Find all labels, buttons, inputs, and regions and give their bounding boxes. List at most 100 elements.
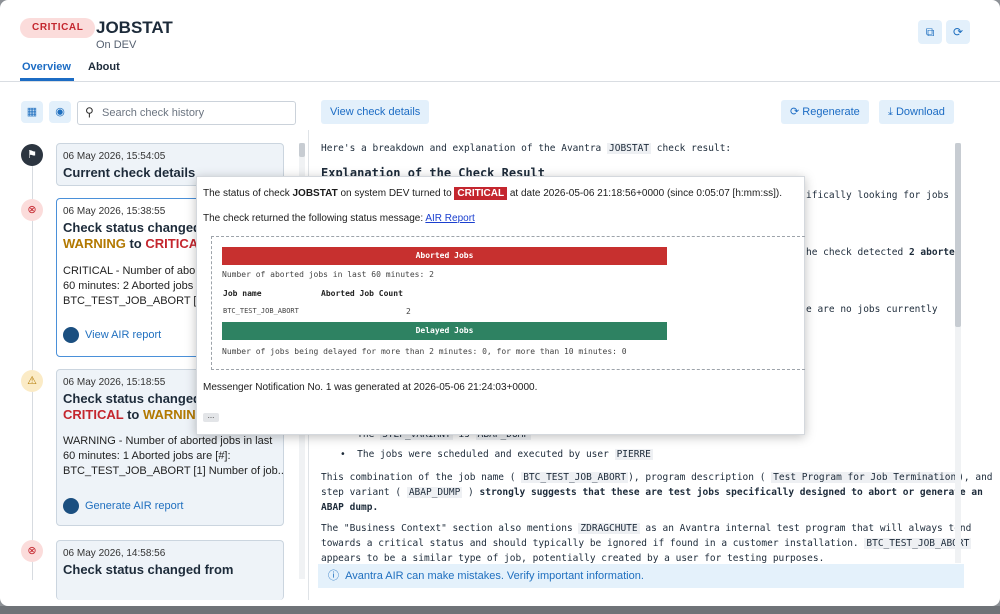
report-text-bold: 2 aborted (908, 247, 961, 258)
generate-air-report-link[interactable]: Generate AIR report (63, 498, 183, 514)
intro-line: Here's a breakdown and explanation of th… (321, 143, 731, 154)
intro-text: Here's a breakdown and explanation of th… (321, 143, 602, 154)
para-bold: strongly suggests that these are test jo… (479, 487, 983, 498)
para-text: ), program description ( (628, 472, 766, 483)
air-report-link[interactable]: AIR Report (425, 213, 474, 224)
bullet-text: The jobs were scheduled and executed by … (357, 449, 609, 460)
popup-text: The status of check (203, 188, 290, 199)
aborted-summary: Number of aborted jobs in last 60 minute… (222, 270, 434, 279)
refresh-button[interactable]: ⟳ (946, 20, 970, 44)
tab-overview[interactable]: Overview (22, 61, 71, 73)
history-date: 06 May 2026, 15:54:05 (63, 151, 166, 162)
para-code: Test Program for Job Termination (771, 472, 959, 483)
popup-text: The check returned the following status … (203, 213, 424, 224)
view-check-details-button[interactable]: View check details (321, 100, 430, 124)
ai-disclaimer: ⓘ Avantra AIR can make mistakes. Verify … (318, 564, 964, 588)
history-date: 06 May 2026, 15:18:55 (63, 377, 166, 388)
to-word: to (127, 407, 140, 422)
col-aborted-count: Aborted Job Count (321, 289, 403, 298)
para-text: towards a critical status and should typ… (321, 538, 859, 549)
para-text: This combination of the job name ( (321, 472, 516, 483)
download-button[interactable]: ⤓ Download (879, 100, 954, 124)
bullet-code: PIERRE (614, 449, 653, 460)
history-date: 06 May 2026, 15:38:55 (63, 206, 166, 217)
download-icon: ⤓ (888, 106, 893, 118)
download-label: Download (895, 106, 945, 118)
report-text: ifically looking for jobs (806, 190, 949, 201)
para-text: ), and (958, 472, 993, 483)
active-tab-indicator (20, 78, 74, 81)
air-link-label: View AIR report (85, 328, 162, 341)
para-text: The "Business Context" section also ment… (321, 523, 573, 534)
report-scrollbar-thumb[interactable] (955, 143, 961, 327)
more-button[interactable]: ... (203, 412, 219, 422)
search-input[interactable] (102, 105, 290, 121)
history-status-change: CRITICAL to WARNING (63, 407, 206, 422)
warning-triangle-icon: ⚠ (21, 370, 43, 392)
intro-text: check result: (656, 143, 732, 154)
paragraph-line: ABAP dump. (321, 502, 379, 513)
popup-text: at date 2026-05-06 21:18:56+0000 (since … (509, 188, 782, 199)
history-scrollbar-thumb[interactable] (299, 143, 305, 157)
paragraph-line: The "Business Context" section also ment… (321, 523, 971, 534)
row-aborted-count: 2 (406, 307, 411, 316)
aborted-jobs-header: Aborted Jobs (222, 247, 667, 265)
calendar-icon: ▦ (26, 106, 38, 118)
regenerate-label: Regenerate (802, 106, 860, 118)
disclaimer-text: Avantra AIR can make mistakes. Verify im… (345, 570, 644, 582)
notification-popup: The status of check JOBSTAT on system DE… (196, 176, 805, 435)
air-logo-icon (63, 327, 79, 343)
popup-check-name: JOBSTAT (292, 188, 338, 199)
messenger-line: Messenger Notification No. 1 was generat… (203, 382, 538, 393)
row-job-name: BTC_TEST_JOB_ABORT (223, 307, 299, 315)
history-title: Current check details (63, 165, 196, 180)
paragraph-line: step variant ( ABAP_DUMP ) strongly sugg… (321, 487, 983, 498)
open-external-icon: ⧉ (925, 25, 935, 39)
regenerate-button[interactable]: ⟳ Regenerate (781, 100, 869, 124)
para-code: ZDRAGCHUTE (578, 523, 640, 534)
refresh-icon: ⟳ (790, 106, 800, 118)
view-air-report-link[interactable]: View AIR report (63, 327, 161, 343)
system-subtitle: On DEV (96, 39, 137, 51)
to-word: to (129, 236, 142, 251)
history-item[interactable]: 06 May 2026, 14:58:56 Check status chang… (56, 540, 284, 600)
from-status: CRITICAL (63, 407, 124, 422)
intro-code: JOBSTAT (607, 143, 652, 154)
popup-status-line: The status of check JOBSTAT on system DE… (203, 187, 782, 200)
filter-button[interactable]: ◉ (49, 101, 71, 123)
report-text: e are no jobs currently (806, 304, 938, 315)
paragraph-line: This combination of the job name ( BTC_T… (321, 472, 993, 483)
para-code: BTC_TEST_JOB_ABORT (521, 472, 629, 483)
report-text-part: he check detected (806, 247, 904, 258)
critical-x-icon: ⊗ (21, 540, 43, 562)
from-status: WARNING (63, 236, 126, 251)
backdrop-strip (0, 606, 1000, 614)
history-title: Check status changed (63, 391, 201, 406)
info-icon: ⓘ (328, 570, 339, 582)
bullet-user: • The jobs were scheduled and executed b… (340, 449, 653, 460)
search-icon: ⚲ (85, 105, 94, 119)
delayed-jobs-header: Delayed Jobs (222, 322, 667, 340)
history-date: 06 May 2026, 14:58:56 (63, 548, 166, 559)
popup-message-line: The check returned the following status … (203, 213, 475, 224)
history-message-line: 60 minutes: 1 Aborted jobs are [#]: (63, 450, 231, 462)
open-external-button[interactable]: ⧉ (918, 20, 942, 44)
check-detail-modal: CRITICAL JOBSTAT On DEV ⧉ ⟳ Overview Abo… (0, 0, 1000, 606)
page-title: JOBSTAT (96, 18, 173, 37)
para-text: step variant ( (321, 487, 402, 498)
para-code: ABAP_DUMP (406, 487, 463, 498)
tab-about[interactable]: About (88, 61, 120, 73)
paragraph-line: appears to be a similar type of job, pot… (321, 553, 825, 564)
filter-icon: ◉ (55, 106, 65, 118)
embedded-report: Aborted Jobs Number of aborted jobs in l… (211, 236, 805, 370)
flag-icon: ⚑ (21, 144, 43, 166)
history-message-line: BTC_TEST_JOB_ABORT [1] Number of job... (63, 465, 283, 477)
report-text: he check detected 2 aborted (806, 247, 960, 258)
popup-critical-badge: CRITICAL (454, 187, 508, 200)
col-job-name: Job name (223, 289, 262, 298)
calendar-button[interactable]: ▦ (21, 101, 43, 123)
history-title: Check status changed from (63, 562, 234, 577)
history-status-change: WARNING to CRITICAL (63, 236, 206, 251)
air-logo-icon (63, 498, 79, 514)
para-text: ) (468, 487, 474, 498)
